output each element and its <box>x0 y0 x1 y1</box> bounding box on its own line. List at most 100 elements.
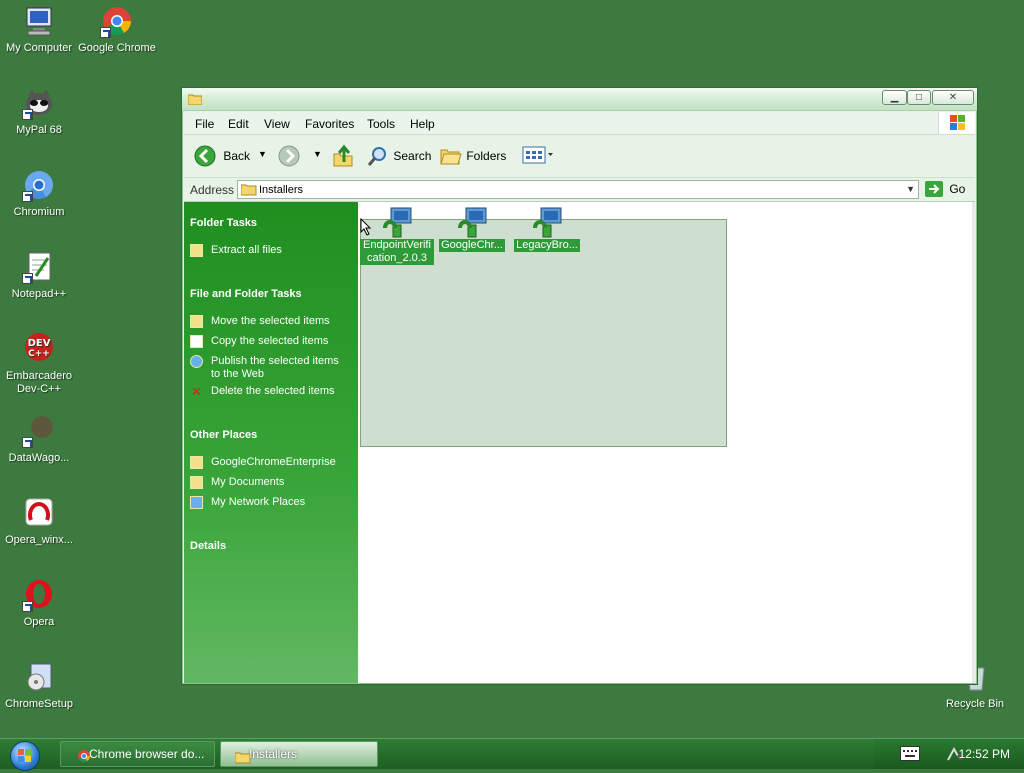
desktop-icon-devcpp[interactable]: DEV C++ Embarcadero Dev-C++ <box>0 332 78 396</box>
menu-edit[interactable]: Edit <box>228 117 249 131</box>
desktop-icon-label: DataWago... <box>8 452 70 464</box>
address-dropdown-icon[interactable]: ▼ <box>906 184 915 194</box>
copy-items-link[interactable]: Copy the selected items <box>190 335 355 348</box>
up-folder-icon <box>333 144 353 167</box>
taskbar: Chrome browser do... Installers 12:52 PM <box>0 738 1024 771</box>
file-item[interactable]: LegacyBro... <box>510 206 584 252</box>
desktop-icon-label: Opera <box>23 616 55 628</box>
extract-all-files-link[interactable]: Extract all files <box>190 244 355 257</box>
desktop-icon-chromium[interactable]: Chromium <box>0 168 78 219</box>
scrollbar[interactable] <box>972 202 975 683</box>
file-list-area[interactable]: EndpointVerification_2.0.3 GoogleChr... … <box>358 202 975 683</box>
folder-icon <box>240 183 257 199</box>
delete-x-icon: ✕ <box>191 384 202 399</box>
desktop-icon-datawagon[interactable]: DataWago... <box>0 414 78 465</box>
taskbar-button-chrome[interactable]: Chrome browser do... <box>60 741 215 767</box>
address-field[interactable]: Installers ▼ <box>237 180 919 199</box>
taskbar-button-label: Chrome browser do... <box>89 747 205 761</box>
devcpp-icon: DEV C++ <box>22 332 56 366</box>
other-place-my-documents[interactable]: My Documents <box>190 476 355 489</box>
desktop-icon-label: MyPal 68 <box>16 124 62 136</box>
other-place-my-network-places[interactable]: My Network Places <box>190 496 355 509</box>
folders-icon <box>440 149 462 165</box>
publish-items-link[interactable]: Publish the selected items to the Web <box>190 355 355 381</box>
svg-text:C++: C++ <box>28 349 50 359</box>
system-tray: 12:52 PM <box>874 739 1024 769</box>
menu-help[interactable]: Help <box>410 117 435 131</box>
maximize-button[interactable]: □ <box>907 90 931 105</box>
desktop-icon-mypal[interactable]: MyPal 68 <box>0 86 78 137</box>
file-name: GoogleChr... <box>439 239 505 252</box>
folder-tasks-heading[interactable]: Folder Tasks <box>190 217 257 229</box>
desktop-icon-label: Recycle Bin <box>945 698 1005 710</box>
views-button[interactable] <box>522 145 554 168</box>
up-folder-button[interactable] <box>332 144 354 171</box>
zip-folder-icon <box>190 244 203 257</box>
go-label: Go <box>949 182 966 196</box>
chromium-icon <box>22 168 56 202</box>
taskbar-button-installers[interactable]: Installers <box>220 741 378 767</box>
my-documents-icon <box>190 476 203 489</box>
back-arrow-icon <box>194 145 216 167</box>
menu-favorites[interactable]: Favorites <box>305 117 354 131</box>
file-name: LegacyBro... <box>514 239 580 252</box>
desktop-icon-label: Google Chrome <box>78 42 156 54</box>
desktop-icon-opera-installer[interactable]: Opera_winx... <box>0 496 78 547</box>
address-value: Installers <box>259 184 304 196</box>
start-button[interactable] <box>10 741 40 771</box>
clock[interactable]: 12:52 PM <box>959 747 1010 761</box>
menu-tools[interactable]: Tools <box>367 117 395 131</box>
menu-bar: File Edit View Favorites Tools Help <box>184 112 975 135</box>
task-pane: Folder Tasks Extract all files File and … <box>184 202 358 683</box>
go-button[interactable]: Go <box>925 181 965 197</box>
desktop-icon-google-chrome[interactable]: Google Chrome <box>78 4 156 55</box>
forward-dropdown[interactable]: ▼ <box>313 149 322 159</box>
desktop-icon-opera[interactable]: Opera <box>0 578 78 629</box>
notepad-plus-plus-icon <box>22 250 56 284</box>
opera-installer-icon <box>22 496 56 530</box>
windows-logo-icon <box>938 112 975 134</box>
desktop-icon-label: Notepad++ <box>11 288 67 300</box>
desktop-icon-my-computer[interactable]: My Computer <box>0 4 78 55</box>
web-globe-icon <box>190 355 203 368</box>
title-bar[interactable]: ▁ □ ✕ <box>182 88 977 111</box>
views-icon <box>522 146 553 164</box>
taskbar-button-label: Installers <box>249 747 298 761</box>
menu-view[interactable]: View <box>264 117 290 131</box>
folder-icon <box>187 93 203 108</box>
address-label: Address <box>190 183 235 197</box>
folder-icon <box>190 456 203 469</box>
close-button[interactable]: ✕ <box>932 90 974 105</box>
installer-package-icon <box>531 206 563 238</box>
search-button[interactable]: Search <box>366 145 431 167</box>
other-place-googlechromeenterprise[interactable]: GoogleChromeEnterprise <box>190 456 355 469</box>
installer-package-icon <box>381 206 413 238</box>
desktop-icon-label: My Computer <box>5 42 73 54</box>
keyboard-icon[interactable] <box>900 746 920 764</box>
windows-logo-icon <box>18 749 31 762</box>
opera-icon <box>22 578 56 612</box>
other-places-heading[interactable]: Other Places <box>190 429 257 441</box>
delete-items-link[interactable]: ✕ Delete the selected items <box>190 385 355 398</box>
folders-label: Folders <box>466 149 507 163</box>
folders-button[interactable]: Folders <box>439 145 506 167</box>
minimize-button[interactable]: ▁ <box>882 90 907 105</box>
move-icon <box>190 315 203 328</box>
svg-text:DEV: DEV <box>28 338 51 349</box>
forward-button[interactable] <box>278 145 300 170</box>
file-item[interactable]: GoogleChr... <box>435 206 509 252</box>
back-dropdown[interactable]: ▼ <box>258 149 267 159</box>
desktop-icon-notepad-plus-plus[interactable]: Notepad++ <box>0 250 78 301</box>
details-heading[interactable]: Details <box>190 540 226 552</box>
menu-file[interactable]: File <box>195 117 214 131</box>
file-folder-tasks-heading[interactable]: File and Folder Tasks <box>190 288 302 300</box>
desktop-icon-chromesetup[interactable]: ChromeSetup <box>0 660 78 711</box>
file-name: EndpointVerification_2.0.3 <box>360 239 434 265</box>
back-button[interactable]: Back <box>194 145 250 167</box>
move-items-link[interactable]: Move the selected items <box>190 315 355 328</box>
address-bar: Address Installers ▼ Go <box>184 178 975 202</box>
folder-icon <box>234 748 251 766</box>
mouse-cursor-icon <box>360 217 372 239</box>
desktop-icon-label: Opera_winx... <box>5 534 73 546</box>
chrome-icon <box>100 4 134 38</box>
